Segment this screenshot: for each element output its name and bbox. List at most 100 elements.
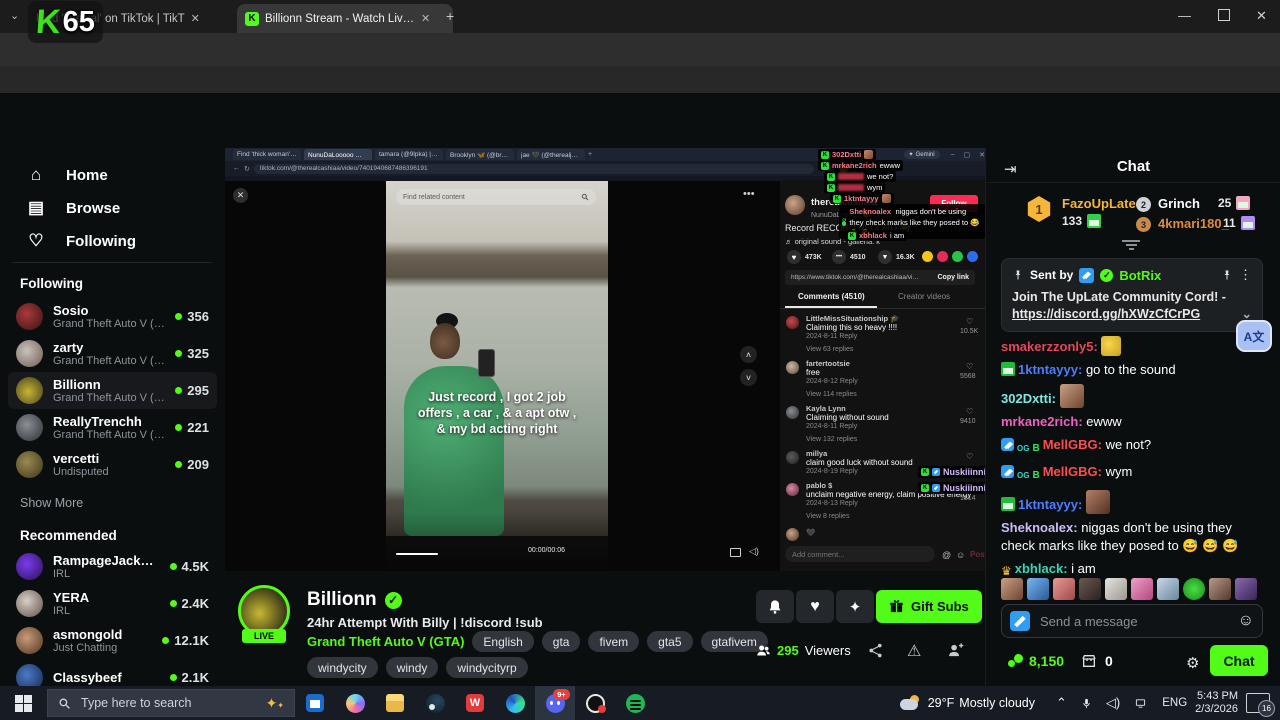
copy-link-button: Copy link xyxy=(937,274,969,281)
window-close-icon[interactable]: ✕ xyxy=(1256,8,1267,24)
favorites-bar: Import favorites (1) Twitch O PEOPLE KNO… xyxy=(0,66,1280,152)
taskbar-app-store[interactable] xyxy=(295,686,335,720)
translate-button[interactable]: A文 xyxy=(1236,320,1272,352)
host-sparkle-button[interactable]: ✦ xyxy=(836,590,874,623)
emote[interactable] xyxy=(1079,578,1101,600)
live-dot xyxy=(169,563,177,570)
blurred-username xyxy=(838,173,864,180)
channel-row-zarty[interactable]: zarty Grand Theft Auto V (G... 325 xyxy=(8,335,217,372)
channel-avatar xyxy=(16,590,43,617)
channel-row-reallytrenchh[interactable]: ReallyTrenchh Grand Theft Auto V (G... 22… xyxy=(8,409,217,446)
kick-favicon: K xyxy=(245,11,259,26)
new-tab-icon[interactable]: + xyxy=(446,8,454,24)
streamer-name[interactable]: Billionn xyxy=(307,589,377,611)
show-more-button[interactable]: Show More xyxy=(20,496,83,510)
leaderboard-name[interactable]: Grinch xyxy=(1158,196,1200,211)
window-maximize-icon[interactable] xyxy=(1218,9,1230,21)
tab-close-icon[interactable]: ✕ xyxy=(191,12,200,25)
tab-close-icon[interactable]: ✕ xyxy=(421,12,430,25)
tag-pill[interactable]: windycityrp xyxy=(446,657,528,678)
tray-expand-icon[interactable]: ⌃ xyxy=(1056,695,1067,711)
sidebar-item-following[interactable]: ♡ Following xyxy=(0,226,225,256)
pinned-message[interactable]: Sent by ✓ BotRix ⋮ Join The UpLate Commu… xyxy=(1001,258,1263,332)
taskbar-search-input[interactable] xyxy=(79,695,258,711)
emote-store[interactable]: 0 xyxy=(1081,653,1113,669)
channel-row-asmongold[interactable]: asmongold Just Chatting 12.1K xyxy=(8,622,217,659)
emote[interactable] xyxy=(1235,578,1257,600)
gift-subs-button[interactable]: Gift Subs xyxy=(876,590,982,623)
network-icon[interactable] xyxy=(1134,698,1147,709)
pin-icon[interactable] xyxy=(1221,269,1233,281)
tab-list-chevron-icon[interactable]: ⌄ xyxy=(10,9,19,22)
bookmark-icon: ▼ xyxy=(878,250,892,264)
tag-pill[interactable]: windycity xyxy=(307,657,378,678)
emote[interactable] xyxy=(1027,578,1049,600)
channel-points[interactable]: 8,150 xyxy=(1008,653,1064,669)
emote[interactable] xyxy=(1183,578,1205,600)
creator-videos-tab: Creator videos xyxy=(898,292,951,301)
sidebar-item-home[interactable]: ⌂ Home xyxy=(0,160,225,190)
taskbar-search[interactable]: ✦✦ xyxy=(47,689,295,717)
chat-filter-icon[interactable] xyxy=(1121,238,1141,252)
taskbar-clock[interactable]: 5:43 PM 2/3/2026 xyxy=(1195,690,1238,716)
nav-label: Following xyxy=(66,232,136,250)
notifications-bell-button[interactable] xyxy=(756,590,794,623)
pinned-link[interactable]: https://discord.gg/hXWzCfCrPG xyxy=(1012,307,1200,321)
pinned-menu-icon[interactable]: ⋮ xyxy=(1239,267,1252,283)
volume-icon[interactable]: ◁) xyxy=(1106,695,1120,711)
start-button[interactable] xyxy=(15,694,32,712)
taskbar-app-wps[interactable]: W xyxy=(455,686,495,720)
emote[interactable] xyxy=(1209,578,1231,600)
moderation-button[interactable] xyxy=(947,642,964,659)
chat-input[interactable]: ☺ xyxy=(1001,604,1263,638)
weather-temp[interactable]: 29°F xyxy=(928,696,955,710)
video-player[interactable]: Find 'thick woman' on TikTok | NunuDaLoo… xyxy=(225,148,985,571)
emoji-picker-icon[interactable]: ☺ xyxy=(1238,612,1254,630)
chat-message: 1ktntayyy xyxy=(1001,490,1263,514)
channel-row-billionn[interactable]: Billionn Grand Theft Auto V (G... 295 xyxy=(8,372,217,409)
taskbar-app-spotify[interactable] xyxy=(615,686,655,720)
tag-pill[interactable]: windy xyxy=(385,657,439,678)
live-badge: LIVE xyxy=(242,629,286,643)
channel-row-vercetti[interactable]: vercetti Undisputed 209 xyxy=(8,446,217,483)
leaderboard-name[interactable]: FazoUpLate xyxy=(1062,196,1136,211)
sidebar-item-browse[interactable]: ▤ Browse xyxy=(0,193,225,223)
emote[interactable] xyxy=(1053,578,1075,600)
taskbar-app-steam[interactable] xyxy=(415,686,455,720)
taskbar-app-explorer[interactable] xyxy=(375,686,415,720)
chat-settings-gear-icon[interactable]: ⚙ xyxy=(1186,654,1199,672)
emote[interactable] xyxy=(1131,578,1153,600)
weather-condition[interactable]: Mostly cloudy xyxy=(959,696,1035,710)
folder-icon xyxy=(386,694,404,712)
chat-message-input[interactable] xyxy=(1038,612,1230,630)
leaderboard-name[interactable]: 4kmari180_ xyxy=(1158,216,1229,231)
browser-tab-kick[interactable]: K Billionn Stream - Watch Live on Ki ✕ xyxy=(237,4,453,33)
share-link-bar: https://www.tiktok.com/@therealcashiaa/v… xyxy=(785,270,975,285)
wps-icon: W xyxy=(466,694,484,712)
tag-pill[interactable]: English xyxy=(472,631,534,652)
tag-pill[interactable]: gta xyxy=(541,631,581,652)
taskbar-app-edge[interactable] xyxy=(495,686,535,720)
emote[interactable] xyxy=(1157,578,1179,600)
taskbar-app-discord[interactable]: 9+ xyxy=(535,686,575,720)
channel-row-rampagejackson[interactable]: RampageJackson IRL 4.5K xyxy=(8,548,217,585)
follow-heart-button[interactable]: ♥ xyxy=(796,590,834,623)
tag-pill[interactable]: fivem xyxy=(588,631,640,652)
taskbar-app-copilot[interactable] xyxy=(335,686,375,720)
channel-row-sosio[interactable]: Sosio Grand Theft Auto V (G... 356 xyxy=(8,298,217,335)
emote[interactable] xyxy=(1105,578,1127,600)
leaderboard-rank1-badge: 1 xyxy=(1027,196,1051,222)
notification-center-icon[interactable]: 16 xyxy=(1246,693,1275,717)
microphone-icon[interactable] xyxy=(1081,697,1092,710)
language-indicator[interactable]: ENG xyxy=(1162,697,1187,709)
taskbar-app-recorder[interactable] xyxy=(575,686,615,720)
report-button[interactable]: ⚠ xyxy=(907,641,921,661)
send-chat-button[interactable]: Chat xyxy=(1210,645,1268,676)
share-button[interactable] xyxy=(867,642,884,659)
window-minimize-icon[interactable]: — xyxy=(1178,8,1191,23)
tag-pill[interactable]: gta5 xyxy=(647,631,693,652)
category-link[interactable]: Grand Theft Auto V (GTA) xyxy=(307,634,464,649)
comment-like-icon: ♡ xyxy=(966,452,974,461)
channel-row-yera[interactable]: YERA IRL 2.4K xyxy=(8,585,217,622)
emote[interactable] xyxy=(1001,578,1023,600)
